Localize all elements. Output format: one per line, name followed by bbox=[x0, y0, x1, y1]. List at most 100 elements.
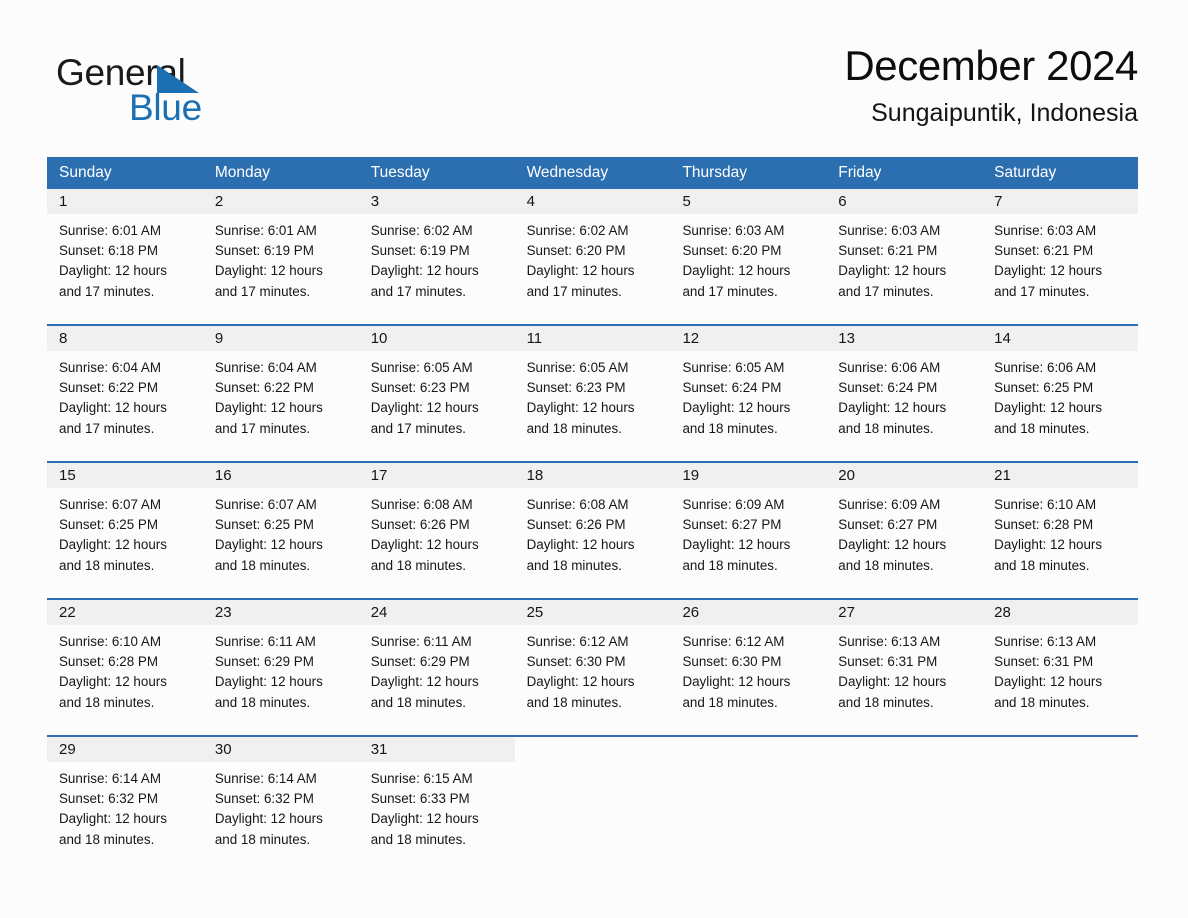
daylight-text: Daylight: 12 hours bbox=[59, 674, 167, 690]
sunset-text: Sunset: 6:33 PM bbox=[370, 791, 470, 807]
day-details: Sunrise: 6:15 AM Sunset: 6:33 PM Daylight:… bbox=[359, 762, 515, 850]
page-subtitle: Sungaipuntik, Indonesia bbox=[871, 99, 1138, 127]
calendar-week-row: 1 Sunrise: 6:01 AM Sunset: 6:18 PM Daylight… bbox=[47, 189, 1139, 316]
calendar-day-cell[interactable]: 31 Sunrise: 6:15 AM Sunset: 6:33 PM Dayligh… bbox=[358, 737, 515, 864]
calendar-day-cell[interactable]: 24 Sunrise: 6:11 AM Sunset: 6:29 PM Dayligh… bbox=[358, 600, 515, 727]
daylight-text: and 18 minutes. bbox=[370, 831, 467, 847]
calendar-day-cell[interactable]: 4 Sunrise: 6:02 AM Sunset: 6:20 PM Daylight… bbox=[514, 189, 671, 316]
day-number-band: 6 bbox=[826, 189, 983, 214]
weekday-header-row: Sunday Monday Tuesday Wednesday Thursday… bbox=[47, 157, 1138, 189]
weekday-header-wednesday: Wednesday bbox=[526, 164, 609, 181]
calendar-day-cell[interactable]: 20 Sunrise: 6:09 AM Sunset: 6:27 PM Dayligh… bbox=[826, 463, 983, 590]
calendar-day-cell[interactable]: 17 Sunrise: 6:08 AM Sunset: 6:26 PM Dayligh… bbox=[358, 463, 515, 590]
day-number-band bbox=[982, 737, 1138, 762]
sunrise-text: Sunrise: 6:11 AM bbox=[214, 634, 316, 649]
calendar-week-row: 8 Sunrise: 6:04 AM Sunset: 6:22 PM Daylight… bbox=[47, 324, 1139, 453]
calendar-day-cell[interactable]: 15 Sunrise: 6:07 AM Sunset: 6:25 PM Dayligh… bbox=[47, 463, 203, 590]
sunrise-text: Sunrise: 6:09 AM bbox=[838, 497, 941, 512]
day-number: 23 bbox=[214, 604, 232, 621]
daylight-text: and 18 minutes. bbox=[526, 420, 622, 436]
calendar-day-cell[interactable]: 25 Sunrise: 6:12 AM Sunset: 6:30 PM Dayligh… bbox=[514, 600, 671, 727]
calendar-day-cell[interactable]: 27 Sunrise: 6:13 AM Sunset: 6:31 PM Dayligh… bbox=[826, 600, 983, 727]
calendar-empty-cell bbox=[982, 737, 1138, 864]
daylight-text: Daylight: 12 hours bbox=[526, 400, 635, 416]
calendar-day-cell[interactable]: 7 Sunrise: 6:03 AM Sunset: 6:21 PM Daylight… bbox=[982, 189, 1139, 316]
calendar-day-cell[interactable]: 19 Sunrise: 6:09 AM Sunset: 6:27 PM Dayligh… bbox=[670, 463, 827, 590]
daylight-text: and 18 minutes. bbox=[526, 557, 622, 573]
day-details: Sunrise: 6:01 AM Sunset: 6:18 PM Daylight:… bbox=[47, 214, 203, 302]
calendar-day-cell[interactable]: 22 Sunrise: 6:10 AM Sunset: 6:28 PM Dayligh… bbox=[47, 600, 203, 727]
day-details: Sunrise: 6:07 AM Sunset: 6:25 PM Daylight:… bbox=[203, 488, 359, 576]
calendar-day-cell[interactable]: 12 Sunrise: 6:05 AM Sunset: 6:24 PM Dayligh… bbox=[670, 326, 827, 453]
daylight-text: and 18 minutes. bbox=[838, 694, 934, 710]
general-blue-logo[interactable]: General Blue bbox=[56, 53, 276, 133]
day-number: 5 bbox=[682, 193, 691, 210]
sunrise-text: Sunrise: 6:04 AM bbox=[59, 360, 161, 375]
day-number-band: 25 bbox=[514, 600, 671, 625]
day-number: 10 bbox=[370, 330, 388, 347]
calendar-day-cell[interactable]: 6 Sunrise: 6:03 AM Sunset: 6:21 PM Daylight… bbox=[826, 189, 983, 316]
calendar-day-cell[interactable]: 8 Sunrise: 6:04 AM Sunset: 6:22 PM Daylight… bbox=[47, 326, 203, 453]
calendar-day-cell[interactable]: 1 Sunrise: 6:01 AM Sunset: 6:18 PM Daylight… bbox=[47, 189, 203, 316]
day-details: Sunrise: 6:09 AM Sunset: 6:27 PM Daylight:… bbox=[826, 488, 982, 576]
calendar-day-cell[interactable]: 5 Sunrise: 6:03 AM Sunset: 6:20 PM Daylight… bbox=[670, 189, 827, 316]
daylight-text: and 17 minutes. bbox=[526, 283, 622, 299]
daylight-text: Daylight: 12 hours bbox=[526, 674, 635, 690]
sunrise-text: Sunrise: 6:13 AM bbox=[838, 634, 941, 649]
sunset-text: Sunset: 6:30 PM bbox=[682, 654, 782, 670]
day-number: 25 bbox=[526, 604, 544, 621]
calendar-day-cell[interactable]: 29 Sunrise: 6:14 AM Sunset: 6:32 PM Dayligh… bbox=[47, 737, 203, 864]
daylight-text: Daylight: 12 hours bbox=[214, 400, 323, 416]
weekday-header-sunday: Sunday bbox=[59, 164, 112, 181]
calendar-day-cell[interactable]: 16 Sunrise: 6:07 AM Sunset: 6:25 PM Dayligh… bbox=[202, 463, 359, 590]
day-number: 14 bbox=[994, 330, 1011, 347]
day-details: Sunrise: 6:10 AM Sunset: 6:28 PM Daylight:… bbox=[982, 488, 1138, 576]
day-number-band: 31 bbox=[358, 737, 515, 762]
sunrise-text: Sunrise: 6:13 AM bbox=[994, 634, 1097, 649]
calendar-day-cell[interactable]: 14 Sunrise: 6:06 AM Sunset: 6:25 PM Dayligh… bbox=[982, 326, 1139, 453]
daylight-text: Daylight: 12 hours bbox=[682, 400, 791, 416]
day-details: Sunrise: 6:12 AM Sunset: 6:30 PM Daylight:… bbox=[670, 625, 826, 713]
calendar-day-cell[interactable]: 10 Sunrise: 6:05 AM Sunset: 6:23 PM Dayligh… bbox=[358, 326, 515, 453]
daylight-text: Daylight: 12 hours bbox=[838, 674, 947, 690]
daylight-text: and 18 minutes. bbox=[59, 694, 155, 710]
day-details: Sunrise: 6:02 AM Sunset: 6:20 PM Daylight:… bbox=[515, 214, 671, 302]
calendar-day-cell[interactable]: 11 Sunrise: 6:05 AM Sunset: 6:23 PM Dayligh… bbox=[514, 326, 671, 453]
day-details: Sunrise: 6:13 AM Sunset: 6:31 PM Daylight:… bbox=[826, 625, 982, 713]
calendar-day-cell[interactable]: 23 Sunrise: 6:11 AM Sunset: 6:29 PM Dayligh… bbox=[202, 600, 359, 727]
daylight-text: and 18 minutes. bbox=[838, 557, 934, 573]
calendar-day-cell[interactable]: 28 Sunrise: 6:13 AM Sunset: 6:31 PM Dayligh… bbox=[982, 600, 1139, 727]
daylight-text: Daylight: 12 hours bbox=[370, 811, 479, 827]
sunrise-text: Sunrise: 6:07 AM bbox=[59, 497, 161, 512]
calendar-day-cell[interactable]: 26 Sunrise: 6:12 AM Sunset: 6:30 PM Dayligh… bbox=[670, 600, 827, 727]
calendar-day-cell[interactable]: 13 Sunrise: 6:06 AM Sunset: 6:24 PM Dayligh… bbox=[826, 326, 983, 453]
day-number-band: 10 bbox=[358, 326, 515, 351]
sunset-text: Sunset: 6:26 PM bbox=[526, 517, 626, 533]
sunset-text: Sunset: 6:29 PM bbox=[214, 654, 314, 670]
calendar-day-cell[interactable]: 3 Sunrise: 6:02 AM Sunset: 6:19 PM Daylight… bbox=[358, 189, 515, 316]
daylight-text: and 18 minutes. bbox=[59, 831, 155, 847]
calendar-day-cell[interactable]: 18 Sunrise: 6:08 AM Sunset: 6:26 PM Dayligh… bbox=[514, 463, 671, 590]
sunrise-text: Sunrise: 6:05 AM bbox=[370, 360, 473, 375]
day-details: Sunrise: 6:04 AM Sunset: 6:22 PM Daylight:… bbox=[47, 351, 203, 439]
calendar-day-cell[interactable]: 2 Sunrise: 6:01 AM Sunset: 6:19 PM Daylight… bbox=[202, 189, 359, 316]
daylight-text: Daylight: 12 hours bbox=[370, 400, 479, 416]
sunset-text: Sunset: 6:23 PM bbox=[370, 380, 470, 396]
day-number-band: 11 bbox=[514, 326, 671, 351]
day-number: 15 bbox=[59, 467, 76, 484]
sunrise-text: Sunrise: 6:06 AM bbox=[838, 360, 941, 375]
daylight-text: Daylight: 12 hours bbox=[838, 537, 947, 553]
day-details: Sunrise: 6:05 AM Sunset: 6:24 PM Daylight:… bbox=[670, 351, 826, 439]
sunset-text: Sunset: 6:31 PM bbox=[838, 654, 938, 670]
page-header: General Blue December 2024 Sungaipuntik,… bbox=[47, 40, 1138, 145]
calendar-page: General Blue December 2024 Sungaipuntik,… bbox=[0, 0, 1188, 918]
calendar-day-cell[interactable]: 30 Sunrise: 6:14 AM Sunset: 6:32 PM Dayligh… bbox=[202, 737, 359, 864]
calendar-empty-cell bbox=[515, 737, 671, 864]
weekday-header-thursday: Thursday bbox=[682, 164, 748, 181]
calendar-day-cell[interactable]: 21 Sunrise: 6:10 AM Sunset: 6:28 PM Dayligh… bbox=[982, 463, 1139, 590]
sunrise-text: Sunrise: 6:02 AM bbox=[526, 223, 629, 238]
day-number: 17 bbox=[370, 467, 388, 484]
sunrise-text: Sunrise: 6:07 AM bbox=[214, 497, 317, 512]
calendar-day-cell[interactable]: 9 Sunrise: 6:04 AM Sunset: 6:22 PM Daylight… bbox=[202, 326, 359, 453]
daylight-text: and 17 minutes. bbox=[370, 420, 467, 436]
